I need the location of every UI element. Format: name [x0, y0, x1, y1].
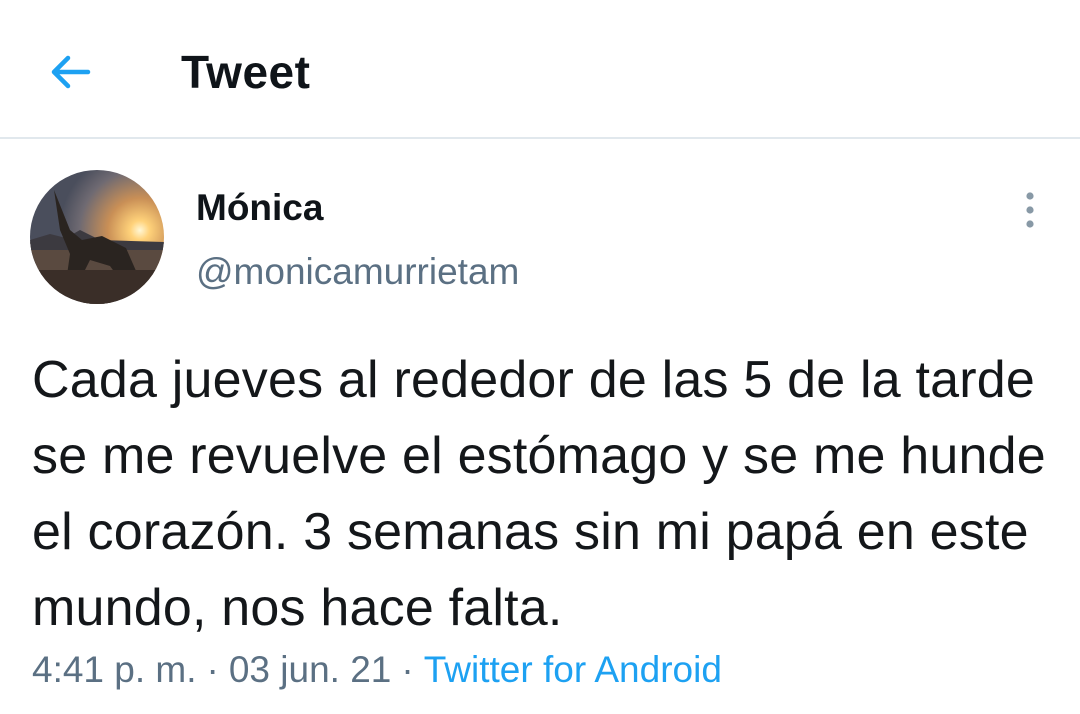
tweet-meta: 4:41 p. m. · 03 jun. 21 · Twitter for Androi…: [32, 646, 722, 694]
back-button[interactable]: [38, 46, 102, 98]
arrow-left-icon: [51, 55, 91, 89]
meta-separator: ·: [206, 649, 219, 690]
tweet-source-link[interactable]: Twitter for Android: [424, 649, 722, 690]
tweet-text: Cada jueves al rededor de las 5 de la ta…: [32, 351, 1046, 637]
avatar[interactable]: [30, 170, 164, 304]
tweet-detail-screen: Tweet Mónica @monicamurrietam Cada jueve…: [0, 0, 1080, 714]
tweet-time: 4:41 p. m.: [32, 649, 197, 690]
tweet-date: 03 jun. 21: [228, 649, 392, 690]
meta-separator: ·: [401, 649, 414, 690]
top-app-bar: Tweet: [0, 0, 1080, 139]
more-vertical-icon: [1026, 192, 1034, 228]
avatar-photo: [30, 170, 164, 304]
author-display-name[interactable]: Mónica: [196, 186, 323, 230]
author-handle[interactable]: @monicamurrietam: [196, 250, 519, 294]
page-title: Tweet: [181, 46, 311, 98]
more-options-button[interactable]: [1010, 186, 1050, 234]
